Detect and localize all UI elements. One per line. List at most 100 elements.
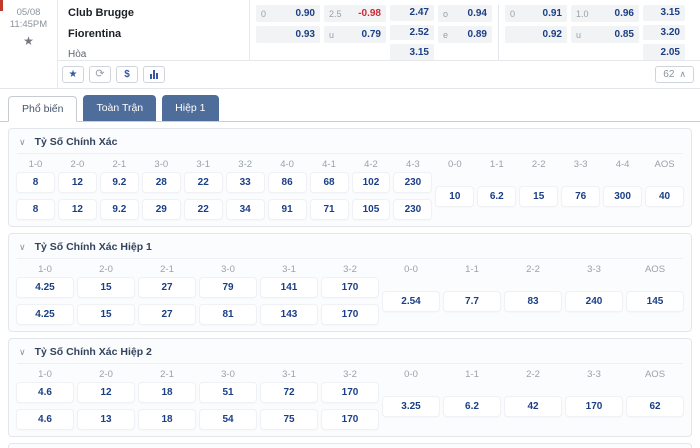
odds-cell[interactable]: 3.15 <box>390 44 434 60</box>
odds-cell[interactable]: 2.5-0.98 <box>324 5 386 22</box>
odds-cell[interactable]: 145 <box>627 292 683 311</box>
odds-cell[interactable]: 62 <box>627 397 683 416</box>
odds-cell[interactable]: 1.00.96 <box>571 5 639 22</box>
score-section-header[interactable]: ∨Tỷ Số Chính Xác Hiệp 1 <box>17 238 683 259</box>
odds-cell[interactable]: 230 <box>394 200 431 219</box>
odds-cell[interactable]: 170 <box>322 410 378 429</box>
odds-cell[interactable]: 102 <box>353 173 390 192</box>
odds-cell[interactable]: 10 <box>436 187 473 206</box>
odds-cell[interactable]: 51 <box>200 383 256 402</box>
odds-cell[interactable]: 28 <box>143 173 180 192</box>
odds-cell[interactable]: 0.93 <box>256 26 320 43</box>
score-column: AOS62 <box>627 367 683 429</box>
market-count-toggle[interactable]: 62 ∧ <box>655 66 694 83</box>
odds-cell[interactable]: 170 <box>566 397 622 416</box>
odds-cell[interactable]: 29 <box>143 200 180 219</box>
score-grid: 1-04.254.252-015152-127273-079813-114114… <box>17 259 683 324</box>
odds-cell[interactable]: 00.91 <box>505 5 567 22</box>
tab-pho-bien[interactable]: Phổ biến <box>8 96 77 122</box>
score-column: 4-2102105 <box>353 157 390 219</box>
odds-cell[interactable]: 6.2 <box>444 397 500 416</box>
odds-cell[interactable]: 240 <box>566 292 622 311</box>
favorite-star-icon[interactable]: ★ <box>0 35 57 47</box>
statistics-button[interactable] <box>143 66 165 83</box>
odds-cell[interactable]: 13 <box>78 410 134 429</box>
odds-cell[interactable]: 22 <box>185 173 222 192</box>
odds-cell[interactable]: o0.94 <box>438 5 492 22</box>
odds-cell[interactable]: 15 <box>78 305 134 324</box>
favorite-button[interactable]: ★ <box>62 66 84 83</box>
odds-cell[interactable]: 4.6 <box>17 383 73 402</box>
odds-cell[interactable]: 141 <box>261 278 317 297</box>
odds-cell[interactable]: 230 <box>394 173 431 192</box>
odds-cell[interactable]: 76 <box>562 187 599 206</box>
odds-cell[interactable]: 27 <box>139 305 195 324</box>
odds-cell[interactable]: 54 <box>200 410 256 429</box>
odds-cell[interactable]: 27 <box>139 278 195 297</box>
odds-cell-label: o <box>443 9 448 19</box>
live-indicator-bar <box>0 0 3 11</box>
odds-cell[interactable]: 18 <box>139 410 195 429</box>
score-column: 0-02.54 <box>383 262 439 324</box>
odds-cell[interactable]: 18 <box>139 383 195 402</box>
handicap-half1-market: 00.91 0.92 <box>505 5 567 60</box>
odds-cell[interactable]: 15 <box>78 278 134 297</box>
odds-cell[interactable]: u0.85 <box>571 26 639 43</box>
odds-cell[interactable]: 0.92 <box>505 26 567 43</box>
odds-cell[interactable]: 81 <box>200 305 256 324</box>
market-tabs: Phổ biến Toàn Trận Hiệp 1 <box>0 89 700 122</box>
odds-cell[interactable]: 12 <box>59 200 96 219</box>
odds-cell[interactable]: 300 <box>604 187 641 206</box>
odds-cell[interactable]: 42 <box>505 397 561 416</box>
refresh-button[interactable]: ⟳ <box>89 66 111 83</box>
odds-cell[interactable]: 4.25 <box>17 278 73 297</box>
odds-cell[interactable]: 40 <box>646 187 683 206</box>
odds-cell[interactable]: 71 <box>311 200 348 219</box>
odds-cell[interactable]: 2.47 <box>390 5 434 21</box>
odds-cell[interactable]: 170 <box>322 305 378 324</box>
odds-cell[interactable]: 86 <box>269 173 306 192</box>
odds-cell[interactable]: u0.79 <box>324 26 386 43</box>
odds-cell[interactable]: 9.2 <box>101 200 138 219</box>
odds-cell[interactable]: 22 <box>185 200 222 219</box>
odds-cell[interactable]: 7.7 <box>444 292 500 311</box>
odds-cell[interactable]: 105 <box>353 200 390 219</box>
odds-cell[interactable]: 83 <box>505 292 561 311</box>
odds-cell[interactable]: 3.15 <box>643 5 685 21</box>
odds-cell[interactable]: 3.25 <box>383 397 439 416</box>
score-section-header[interactable]: ∨Tỷ Số Chính Xác <box>17 133 683 154</box>
odds-cell[interactable]: 8 <box>17 173 54 192</box>
odds-cell[interactable]: 00.90 <box>256 5 320 22</box>
odds-cell[interactable]: 68 <box>311 173 348 192</box>
odds-cell[interactable]: 8 <box>17 200 54 219</box>
cashout-button[interactable]: $ <box>116 66 138 83</box>
odds-cell[interactable]: e0.89 <box>438 26 492 43</box>
odds-cell[interactable]: 2.05 <box>643 44 685 60</box>
tab-toan-tran[interactable]: Toàn Trận <box>83 95 156 121</box>
odds-cell[interactable]: 12 <box>78 383 134 402</box>
odds-cell[interactable]: 33 <box>227 173 264 192</box>
odds-cell[interactable]: 12 <box>59 173 96 192</box>
odds-cell[interactable]: 34 <box>227 200 264 219</box>
odds-cell[interactable]: 72 <box>261 383 317 402</box>
tab-hiep-1[interactable]: Hiệp 1 <box>162 95 218 121</box>
odds-cell[interactable]: 2.52 <box>390 25 434 41</box>
odds-cell[interactable]: 2.54 <box>383 292 439 311</box>
score-section-header[interactable]: ∨Tỷ Số Chính Xác Hiệp 2 <box>17 343 683 364</box>
1x2-half1-market: 3.15 3.20 2.05 <box>643 5 685 60</box>
odds-cell[interactable]: 91 <box>269 200 306 219</box>
odds-cell[interactable]: 6.2 <box>478 187 515 206</box>
odds-cell[interactable]: 9.2 <box>101 173 138 192</box>
score-column: 4-08691 <box>269 157 306 219</box>
away-team-name: Fiorentina <box>68 28 249 41</box>
odds-cell[interactable]: 4.6 <box>17 410 73 429</box>
odds-cell[interactable]: 15 <box>520 187 557 206</box>
odds-cell[interactable]: 170 <box>322 278 378 297</box>
odds-cell[interactable]: 4.25 <box>17 305 73 324</box>
odds-cell[interactable]: 143 <box>261 305 317 324</box>
odds-cell[interactable]: 3.20 <box>643 25 685 41</box>
odds-cell[interactable]: 79 <box>200 278 256 297</box>
score-column: 1-088 <box>17 157 54 219</box>
odds-cell[interactable]: 75 <box>261 410 317 429</box>
odds-cell[interactable]: 170 <box>322 383 378 402</box>
